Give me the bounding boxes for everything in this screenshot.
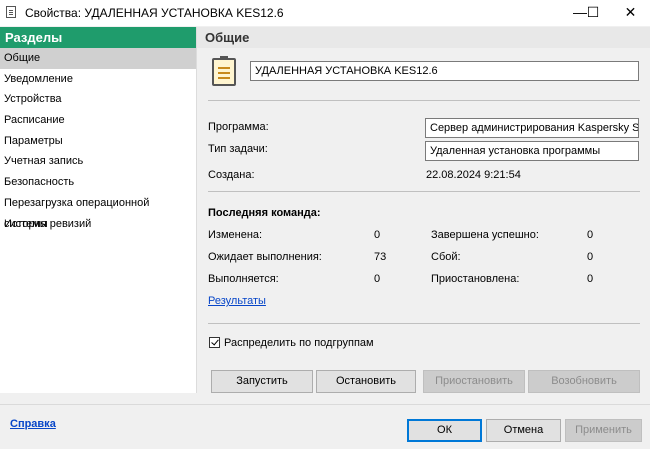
- created-label: Создана:: [208, 169, 255, 181]
- failed-value: 0: [587, 251, 594, 263]
- completed-label: Завершена успешно:: [431, 229, 539, 241]
- completed-value: 0: [587, 229, 594, 241]
- maximize-button[interactable]: ☐: [570, 0, 616, 26]
- title-bar: Свойства: УДАЛЕННАЯ УСТАНОВКА KES12.6 — …: [0, 0, 650, 26]
- sidebar-item-devices[interactable]: Устройства: [0, 89, 196, 110]
- start-button[interactable]: Запустить: [211, 370, 313, 393]
- sidebar-item-general[interactable]: Общие: [0, 48, 196, 69]
- divider: [208, 191, 640, 192]
- failed-label: Сбой:: [431, 251, 461, 263]
- results-link[interactable]: Результаты: [208, 295, 266, 307]
- changed-label: Изменена:: [208, 229, 263, 241]
- sidebar-header: Разделы: [0, 27, 196, 48]
- sidebar-item-parameters[interactable]: Параметры: [0, 131, 196, 152]
- sidebar-item-revision-history[interactable]: История ревизий: [0, 214, 196, 235]
- waiting-label: Ожидает выполнения:: [208, 251, 322, 263]
- paused-label: Приостановлена:: [431, 273, 520, 285]
- sidebar-item-os-restart[interactable]: Перезагрузка операционной системы: [0, 193, 196, 230]
- cancel-button[interactable]: Отмена: [486, 419, 561, 442]
- task-type-field[interactable]: Удаленная установка программы: [425, 141, 639, 161]
- apply-button[interactable]: Применить: [565, 419, 642, 442]
- sidebar-item-schedule[interactable]: Расписание: [0, 110, 196, 131]
- task-type-label: Тип задачи:: [208, 143, 268, 155]
- footer-divider: [0, 404, 650, 405]
- stop-button[interactable]: Остановить: [316, 370, 416, 393]
- changed-value: 0: [374, 229, 381, 241]
- window-title: Свойства: УДАЛЕННАЯ УСТАНОВКА KES12.6: [25, 6, 284, 20]
- created-value: 22.08.2024 9:21:54: [426, 169, 521, 181]
- distribute-subgroups-checkbox[interactable]: [209, 337, 220, 348]
- waiting-value: 73: [374, 251, 387, 263]
- running-label: Выполняется:: [208, 273, 279, 285]
- sidebar-item-account[interactable]: Учетная запись: [0, 151, 196, 172]
- program-label: Программа:: [208, 121, 269, 133]
- ok-button[interactable]: ОК: [407, 419, 482, 442]
- task-clipboard-icon: [212, 56, 236, 86]
- sections-sidebar: Разделы Общие Уведомление Устройства Рас…: [0, 27, 197, 393]
- pause-button[interactable]: Приостановить: [423, 370, 525, 393]
- sidebar-item-security[interactable]: Безопасность: [0, 172, 196, 193]
- app-icon: [6, 6, 16, 18]
- task-name-field[interactable]: УДАЛЕННАЯ УСТАНОВКА KES12.6: [250, 61, 639, 81]
- resume-button[interactable]: Возобновить: [528, 370, 640, 393]
- distribute-subgroups-label: Распределить по подгруппам: [224, 337, 374, 349]
- last-command-heading: Последняя команда:: [208, 207, 321, 219]
- running-value: 0: [374, 273, 381, 285]
- divider: [208, 323, 640, 324]
- paused-value: 0: [587, 273, 594, 285]
- help-link[interactable]: Справка: [10, 418, 56, 430]
- program-field[interactable]: Сервер администрирования Kaspersky Secur…: [425, 118, 639, 138]
- divider: [208, 100, 640, 101]
- sidebar-item-notification[interactable]: Уведомление: [0, 69, 196, 90]
- section-title: Общие: [197, 27, 650, 48]
- close-button[interactable]: ✕: [611, 0, 650, 26]
